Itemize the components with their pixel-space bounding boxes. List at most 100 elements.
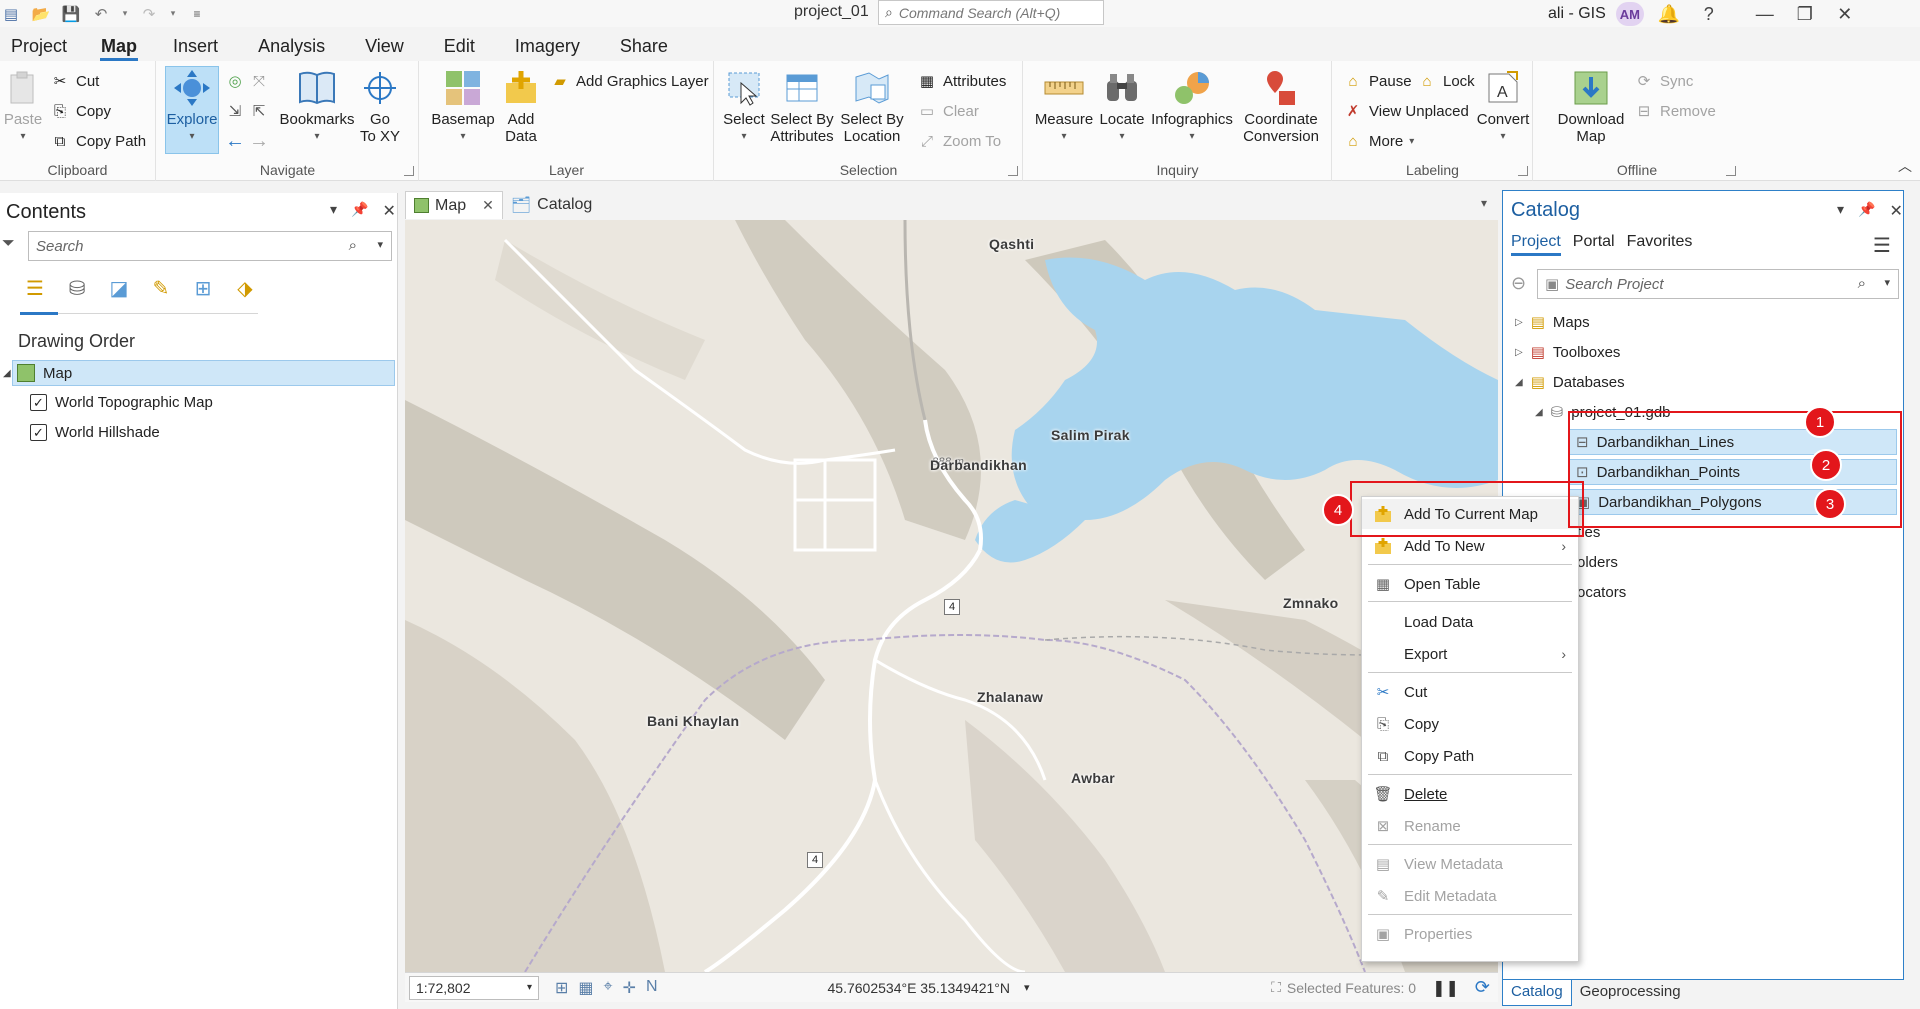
pin-icon[interactable]: 📌 [351, 201, 368, 221]
menu-item-view-metadata[interactable]: ▤ View Metadata [1362, 849, 1578, 879]
tab-edit[interactable]: Edit [433, 32, 486, 60]
new-project-icon[interactable]: ▤ [0, 3, 22, 25]
notifications-bell-icon[interactable]: 🔔 [1654, 4, 1684, 25]
tab-project[interactable]: Project [0, 32, 78, 60]
more-labeling-button[interactable]: ⌂ More ▾ [1343, 129, 1414, 153]
menu-item-cut[interactable]: ✂ Cut [1362, 677, 1578, 707]
add-graphics-layer-button[interactable]: ▰ Add Graphics Layer [550, 69, 708, 93]
layer-row[interactable]: ✓ World Hillshade [30, 419, 160, 445]
user-name[interactable]: ali - GIS [1548, 5, 1606, 23]
search-icon[interactable]: ⌕ [1858, 275, 1866, 292]
tab-share[interactable]: Share [609, 32, 679, 60]
infographics-button[interactable]: Infographics ▾ [1148, 67, 1236, 145]
open-folder-icon[interactable]: 📂 [30, 3, 52, 25]
add-grid-icon[interactable]: ⊞ [555, 978, 568, 998]
search-icon[interactable]: ⌕ [349, 237, 357, 254]
help-button[interactable]: ? [1694, 4, 1724, 25]
collapse-ribbon-icon[interactable]: ︿ [1898, 156, 1912, 176]
avatar[interactable]: AM [1615, 2, 1644, 26]
select-by-attributes-button[interactable]: Select By Attributes [767, 67, 837, 145]
close-pane-icon[interactable]: ✕ [382, 201, 395, 221]
crosshair-icon[interactable]: ✛ [623, 978, 636, 998]
menu-item-delete[interactable]: 🗑 Delete [1362, 779, 1578, 809]
list-by-drawing-order-icon[interactable]: ☰ [20, 273, 50, 303]
table-grid-icon[interactable]: ▦ [578, 978, 593, 998]
close-tab-icon[interactable]: ✕ [482, 197, 494, 214]
explore-button[interactable]: Explore ▾ [165, 66, 219, 154]
tab-geoprocessing[interactable]: Geoprocessing [1572, 980, 1689, 1006]
menu-item-copy-path[interactable]: ⧉ Copy Path [1362, 741, 1578, 771]
download-map-button[interactable]: Download Map [1554, 67, 1628, 145]
select-by-location-button[interactable]: Select By Location [837, 67, 907, 145]
navigate-launcher-icon[interactable] [404, 166, 414, 176]
clear-button[interactable]: ▭ Clear [917, 99, 979, 123]
coordinate-conversion-button[interactable]: Coordinate Conversion [1236, 67, 1326, 145]
menu-item-copy[interactable]: ⎘ Copy [1362, 709, 1578, 739]
tab-insert[interactable]: Insert [162, 32, 229, 60]
tab-map-view[interactable]: Map ✕ [405, 191, 503, 219]
contents-search-input[interactable]: Search ⌕ ▾ [28, 231, 392, 261]
pause-labeling-button[interactable]: ⌂ Pause [1343, 69, 1411, 93]
locate-button[interactable]: Locate ▾ [1096, 67, 1148, 145]
catalog-tree-item[interactable]: ocators [1577, 579, 1626, 605]
add-data-button[interactable]: Add Data [498, 67, 544, 145]
refresh-icon[interactable]: ⟳ [1475, 977, 1490, 998]
attributes-button[interactable]: ▦ Attributes [917, 69, 1006, 93]
tab-catalog-view[interactable]: 🗂 Catalog [503, 191, 600, 219]
pin-icon[interactable]: 📌 [1858, 201, 1875, 221]
collapse-arrow-icon[interactable]: ◢ [1535, 407, 1543, 418]
menu-item-add-to-new[interactable]: Add To New › [1362, 531, 1578, 561]
measure-button[interactable]: Measure ▾ [1034, 67, 1094, 145]
tab-favorites[interactable]: Favorites [1627, 233, 1693, 256]
catalog-tree-item[interactable]: ties [1577, 519, 1600, 545]
pane-options-icon[interactable]: ▾ [1837, 201, 1844, 221]
tab-catalog[interactable]: Catalog [1502, 980, 1572, 1006]
menu-item-load-data[interactable]: Load Data [1362, 607, 1578, 637]
customize-qat-icon[interactable]: ≡ [186, 3, 208, 25]
offline-launcher-icon[interactable] [1726, 166, 1736, 176]
basemap-button[interactable]: Basemap ▾ [428, 67, 498, 145]
redo-dropdown-icon[interactable]: ▾ [168, 3, 178, 25]
list-by-data-source-icon[interactable]: ⛁ [62, 273, 92, 303]
list-by-labeling-icon[interactable]: ⬗ [230, 273, 260, 303]
next-extent-icon[interactable]: → [249, 130, 269, 152]
catalog-menu-icon[interactable]: ☰ [1873, 233, 1891, 258]
tab-analysis[interactable]: Analysis [247, 32, 336, 60]
list-by-editing-icon[interactable]: ✎ [146, 273, 176, 303]
expand-arrow-icon[interactable]: ▷ [1515, 317, 1523, 328]
tab-imagery[interactable]: Imagery [504, 32, 591, 60]
catalog-tree-item[interactable]: ◢ ▤ Databases [1515, 369, 1625, 395]
map-view[interactable]: Qashti Salim Pirak 888 m Darbandikhan Zm… [405, 220, 1498, 972]
feature-class-row[interactable]: ▣ Darbandikhan_Polygons [1569, 489, 1897, 515]
search-options-icon[interactable]: ▾ [377, 238, 383, 251]
expand-arrow-icon[interactable]: ▷ [1515, 347, 1523, 358]
go-to-xy-button[interactable]: Go To XY [355, 67, 405, 145]
previous-extent-icon[interactable]: ← [225, 130, 245, 152]
restore-icon[interactable]: ❐ [1790, 4, 1820, 25]
zoom-to-button[interactable]: ⤢ Zoom To [917, 129, 1001, 153]
menu-item-edit-metadata[interactable]: ✎ Edit Metadata [1362, 881, 1578, 911]
view-unplaced-button[interactable]: ✗ View Unplaced [1343, 99, 1469, 123]
lock-labeling-button[interactable]: ⌂ Lock [1417, 69, 1474, 93]
convert-button[interactable]: A Convert ▾ [1475, 67, 1531, 145]
menu-item-properties[interactable]: ▣ Properties [1362, 919, 1578, 949]
collapse-arrow-icon[interactable]: ◢ [3, 368, 11, 379]
snapping-icon[interactable]: ⌖ [604, 978, 613, 998]
labeling-launcher-icon[interactable] [1518, 166, 1528, 176]
minimize-icon[interactable]: — [1750, 4, 1780, 25]
map-item[interactable]: ◢ Map [3, 360, 395, 386]
north-arrow-icon[interactable]: N [646, 978, 658, 998]
copy-path-button[interactable]: ⧉ Copy Path [50, 129, 146, 153]
scale-selector[interactable]: 1:72,802 ▾ [409, 975, 539, 1000]
zoom-out-fixed-icon[interactable]: ⇱ [249, 101, 269, 121]
collapse-arrow-icon[interactable]: ◢ [1515, 377, 1523, 388]
menu-item-export[interactable]: Export › [1362, 639, 1578, 669]
tab-project[interactable]: Project [1511, 233, 1561, 256]
copy-button[interactable]: ⎘ Copy [50, 99, 111, 123]
close-pane-icon[interactable]: ✕ [1889, 201, 1902, 221]
pause-drawing-icon[interactable]: ❚❚ [1432, 978, 1459, 998]
selection-launcher-icon[interactable] [1008, 166, 1018, 176]
menu-item-add-to-current-map[interactable]: Add To Current Map [1362, 499, 1578, 529]
cut-button[interactable]: ✂ Cut [50, 69, 100, 93]
catalog-tree-item[interactable]: ▷ ▤ Toolboxes [1515, 339, 1620, 365]
